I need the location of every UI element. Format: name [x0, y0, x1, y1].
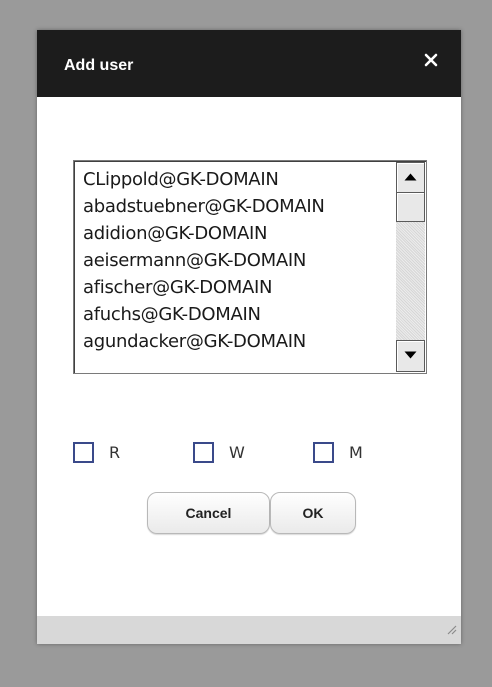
add-user-dialog: Add user CLippold@GK-DOMAIN abadstuebner… [37, 30, 461, 644]
list-item[interactable]: adidion@GK-DOMAIN [83, 220, 325, 247]
list-item[interactable]: CLippold@GK-DOMAIN [83, 166, 325, 193]
arrow-up-icon [404, 173, 417, 181]
dialog-footer [37, 616, 461, 644]
list-item[interactable]: aeisermann@GK-DOMAIN [83, 247, 325, 274]
arrow-down-icon [404, 351, 417, 359]
scroll-thumb[interactable] [396, 192, 425, 222]
vertical-scrollbar[interactable] [396, 162, 425, 372]
permission-label: M [349, 443, 363, 462]
permission-label: W [229, 443, 245, 462]
close-icon[interactable] [423, 52, 439, 68]
list-item[interactable]: afischer@GK-DOMAIN [83, 274, 325, 301]
scroll-up-button[interactable] [396, 162, 425, 194]
permission-options: R W M [73, 442, 433, 464]
list-item[interactable]: afuchs@GK-DOMAIN [83, 301, 325, 328]
cancel-button[interactable]: Cancel [147, 492, 270, 534]
user-listbox[interactable]: CLippold@GK-DOMAIN abadstuebner@GK-DOMAI… [73, 160, 427, 374]
list-item[interactable]: agundacker@GK-DOMAIN [83, 328, 325, 355]
list-item[interactable]: abadstuebner@GK-DOMAIN [83, 193, 325, 220]
scroll-down-button[interactable] [396, 340, 425, 372]
checkbox-modify[interactable] [313, 442, 334, 463]
dialog-title: Add user [64, 57, 134, 74]
checkbox-write[interactable] [193, 442, 214, 463]
permission-label: R [109, 443, 121, 462]
resize-grip-icon[interactable] [445, 622, 457, 640]
dialog-titlebar[interactable]: Add user [37, 30, 461, 97]
checkbox-read[interactable] [73, 442, 94, 463]
ok-button[interactable]: OK [270, 492, 356, 534]
